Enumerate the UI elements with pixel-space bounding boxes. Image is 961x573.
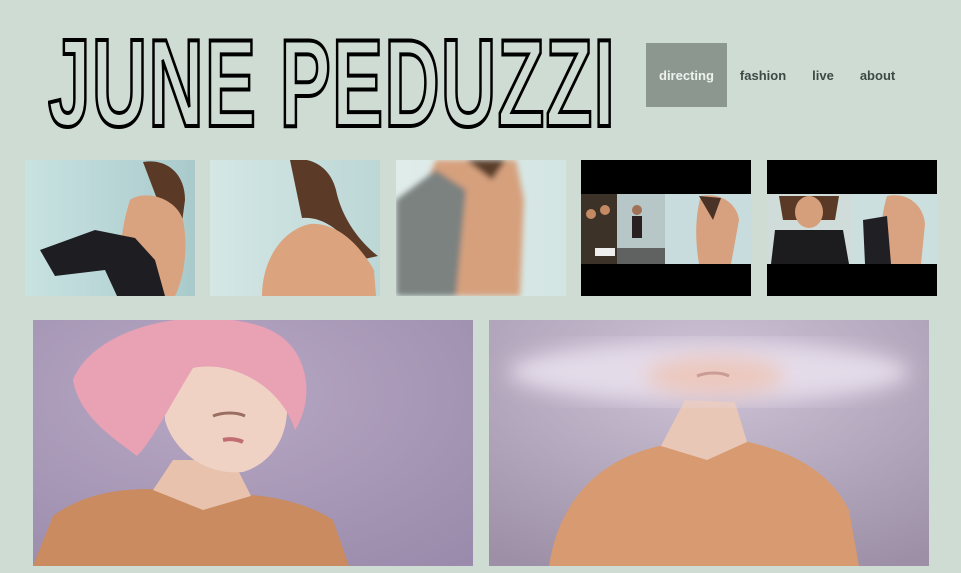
nav-about[interactable]: about <box>847 43 908 107</box>
thumbnail-image <box>25 160 195 296</box>
thumbnail-3[interactable] <box>396 160 566 296</box>
thumbnail-1[interactable] <box>25 160 195 296</box>
thumbnail-image <box>396 160 566 296</box>
thumbnail-5[interactable] <box>767 160 937 296</box>
nav-directing[interactable]: directing <box>646 43 727 107</box>
site-title: JUNE PEDUZZI <box>48 15 616 138</box>
featured-image-1[interactable] <box>33 320 473 566</box>
thumbnail-2[interactable] <box>210 160 380 296</box>
site-logo[interactable]: JUNE PEDUZZI <box>48 14 622 138</box>
thumbnail-image <box>581 160 751 296</box>
featured-image <box>489 320 929 566</box>
featured-image <box>33 320 473 566</box>
nav-live[interactable]: live <box>799 43 847 107</box>
nav-fashion[interactable]: fashion <box>727 43 799 107</box>
thumbnail-image <box>767 160 937 296</box>
featured-image-2[interactable] <box>489 320 929 566</box>
main-nav: directing fashion live about <box>646 43 908 107</box>
thumbnail-4[interactable] <box>581 160 751 296</box>
thumbnail-image <box>210 160 380 296</box>
